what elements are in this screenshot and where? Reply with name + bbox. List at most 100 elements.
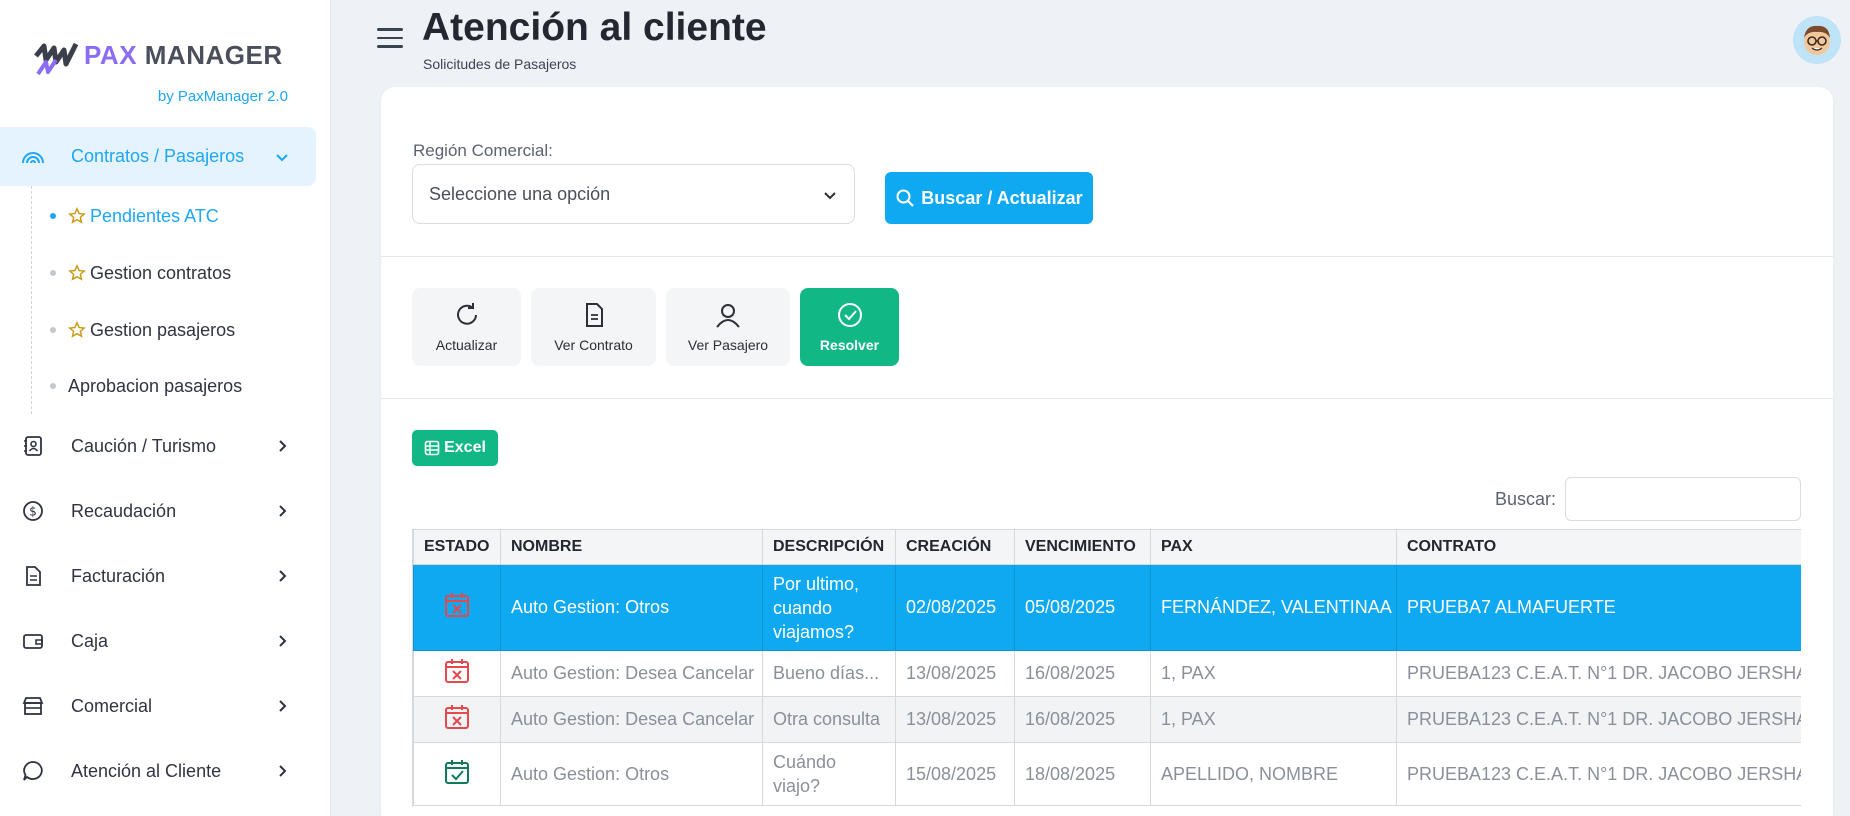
nombre-cell: Auto Gestion: Otros [500,564,763,651]
svg-text:$: $ [29,505,37,519]
calendar-check-icon [445,759,469,784]
table-search-input[interactable] [1565,477,1801,521]
vencimiento-cell: 18/08/2025 [1014,742,1151,806]
spreadsheet-icon [424,440,440,456]
chevron-right-icon [279,765,287,777]
descripcion-cell: Bueno días... [762,650,896,697]
check-circle-icon [837,303,862,327]
avatar[interactable] [1793,16,1841,64]
star-icon [68,207,86,224]
resolve-button[interactable]: Resolver [800,288,899,366]
search-refresh-label: Buscar / Actualizar [921,187,1083,208]
sidebar-subitem-aprobacion-pasajeros[interactable]: Aprobacion pasajeros [50,366,242,406]
contrato-cell: PRUEBA123 C.E.A.T. N°1 DR. JACOBO JERSHA… [1396,742,1801,806]
refresh-label: Actualizar [435,337,498,353]
contact-book-icon [20,433,46,459]
sidebar-subitem-label: Gestion contratos [90,262,232,283]
column-header-descripcion[interactable]: DESCRIPCIÓN [762,529,896,565]
refresh-button[interactable]: Actualizar [412,288,521,366]
sidebar-item-facturacion[interactable]: Facturación [0,548,316,604]
requests-table: ESTADO NOMBRE DESCRIPCIÓN CREACIÓN VENCI… [412,529,1801,807]
sidebar-item-label: Recaudación [71,500,177,521]
creacion-cell: 02/08/2025 [895,564,1015,651]
column-header-vencimiento[interactable]: VENCIMIENTO [1014,529,1151,565]
column-header-pax[interactable]: PAX [1150,529,1397,565]
search-refresh-button[interactable]: Buscar / Actualizar [885,172,1093,224]
sidebar-item-caucion-turismo[interactable]: Caución / Turismo [0,418,316,474]
contrato-cell: PRUEBA7 ALMAFUERTE [1396,564,1801,651]
creacion-cell: 13/08/2025 [895,696,1015,743]
calendar-x-icon [445,593,469,617]
paxmanager-logo-icon [34,42,78,76]
table-row[interactable]: Auto Gestion: Desea Cancelar Otra consul… [413,696,1801,743]
submenu-guide-line [31,186,32,414]
dollar-circle-icon: $ [20,498,46,524]
column-header-estado[interactable]: ESTADO [413,529,501,565]
column-header-creacion[interactable]: CREACIÓN [895,529,1015,565]
bullet-dot [50,213,56,219]
chevron-down-icon [824,192,836,200]
nombre-cell: Auto Gestion: Desea Cancelar [500,650,763,697]
table-search-label: Buscar: [1495,489,1557,509]
sidebar-subitem-gestion-pasajeros[interactable]: Gestion pasajeros [50,310,235,350]
pax-cell: FERNÁNDEZ, VALENTINAA [1150,564,1397,651]
sidebar-subitem-label: Pendientes ATC [90,205,219,226]
menu-toggle-icon[interactable] [377,28,403,50]
document-icon [585,303,603,327]
resolve-label: Resolver [819,337,880,353]
view-contract-label: Ver Contrato [554,337,633,353]
sidebar-subitem-gestion-contratos[interactable]: Gestion contratos [50,253,231,293]
sidebar-subitem-pendientes-atc[interactable]: Pendientes ATC [50,196,219,236]
estado-cell [413,696,501,743]
user-icon [716,304,740,328]
brand-logo[interactable]: PAX MANAGER [34,34,283,76]
sidebar-item-atencion-cliente[interactable]: Atención al Cliente [0,743,316,799]
sidebar-item-comercial[interactable]: Comercial [0,678,316,734]
page-title: Atención al cliente [422,6,767,49]
chevron-right-icon [279,440,287,452]
column-header-nombre[interactable]: NOMBRE [500,529,763,565]
region-label: Región Comercial: [413,141,553,160]
sidebar: PAX MANAGER by PaxManager 2.0 Contratos … [0,0,331,816]
excel-export-button[interactable]: Excel [412,430,498,466]
contrato-cell: PRUEBA123 C.E.A.T. N°1 DR. JACOBO JERSHA… [1396,696,1801,743]
rainbow-icon [20,144,46,170]
sidebar-item-caja[interactable]: Caja [0,613,316,669]
bullet-dot [50,383,56,389]
chevron-right-icon [279,700,287,712]
chevron-right-icon [279,570,287,582]
brand-name-pax: PAX [84,39,138,70]
sidebar-item-label: Facturación [71,565,166,586]
sidebar-item-label: Contratos / Pasajeros [71,146,245,166]
pax-cell: 1, PAX [1150,650,1397,697]
star-icon [68,321,86,338]
sidebar-item-label: Atención al Cliente [71,760,222,781]
descripcion-cell: Otra consulta [762,696,896,743]
sidebar-subitem-label: Gestion pasajeros [90,319,236,340]
vencimiento-cell: 05/08/2025 [1014,564,1151,651]
bullet-dot [50,327,56,333]
pax-cell: 1, PAX [1150,696,1397,743]
creacion-cell: 15/08/2025 [895,742,1015,806]
view-passenger-label: Ver Pasajero [687,337,769,353]
view-passenger-button[interactable]: Ver Pasajero [666,288,790,366]
table-row[interactable]: Auto Gestion: Otros Cuándo viajo? 15/08/… [413,742,1801,806]
store-icon [20,693,46,719]
vencimiento-cell: 16/08/2025 [1014,696,1151,743]
column-header-contrato[interactable]: CONTRATO [1396,529,1801,565]
calendar-x-icon [445,705,469,729]
sidebar-subitem-label: Aprobacion pasajeros [68,375,243,396]
view-contract-button[interactable]: Ver Contrato [531,288,656,366]
sidebar-item-recaudacion[interactable]: $ Recaudación [0,483,316,539]
table-row[interactable]: Auto Gestion: Desea Cancelar Bueno días.… [413,650,1801,697]
chat-bubble-icon [20,758,46,784]
region-select[interactable]: Seleccione una opción [412,164,855,224]
table-row[interactable]: Auto Gestion: Otros Por ultimo, cuando v… [413,564,1801,651]
nombre-cell: Auto Gestion: Desea Cancelar [500,696,763,743]
table-header-row: ESTADO NOMBRE DESCRIPCIÓN CREACIÓN VENCI… [413,529,1801,565]
section-divider [381,256,1833,257]
sidebar-item-contratos-pasajeros[interactable]: Contratos / Pasajeros [0,127,316,186]
chevron-right-icon [279,505,287,517]
chevron-down-icon [276,153,288,161]
star-icon [68,264,86,281]
